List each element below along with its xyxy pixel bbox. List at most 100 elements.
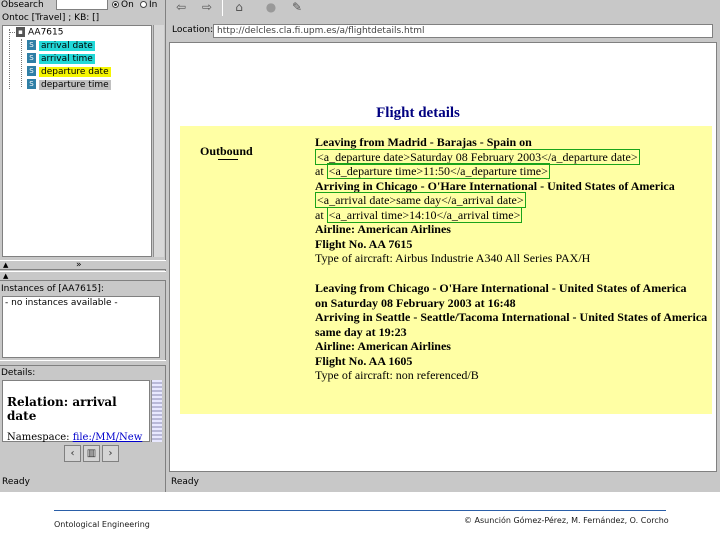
flight-line-bold: Arriving in Seattle - Seattle/Tacoma Int… [315,310,708,324]
annotate-button[interactable]: ✎ [287,0,307,16]
split-divider[interactable]: ▲ [0,271,166,281]
annotation-tag: <a_departure time>11:50</a_departure tim… [326,163,550,179]
tree-item-label: arrival time [39,53,95,64]
radio-in-icon [140,1,147,8]
instances-list[interactable]: - no instances available - [2,296,160,358]
left-status: Ready [2,477,30,487]
home-icon: ⌂ [235,0,243,14]
home-button[interactable]: ⌂ [229,0,249,16]
split-divider[interactable] [0,360,166,366]
tree-item-arrival-time[interactable]: Sarrival time [27,53,95,65]
tree-connector [21,39,22,87]
flight-line: Airline: American Airlines [315,339,451,353]
nav-button[interactable]: ‹ [64,445,81,462]
radio-in[interactable]: In [140,0,157,10]
tree-item-departure-time[interactable]: Sdeparture time [27,79,111,91]
tree-scrollbar[interactable] [153,25,164,257]
nav-button[interactable]: › [102,445,119,462]
url-input[interactable]: http://delcles.cla.fi.upm.es/a/flightdet… [213,24,713,38]
details-toolbar: ‹ ▥ › [60,445,120,465]
flight-line: Airline: American Airlines [315,222,451,236]
arrow-left-icon: ⇦ [175,0,187,14]
flight-line: same day at 19:23 [315,325,407,339]
tree-root-label: AA7615 [28,27,64,38]
arrow-right-icon: ⇨ [201,0,213,14]
flight-details-table: Outbound Leaving from Madrid - Barajas -… [180,126,712,414]
flight-line-bold: Airline: American Airlines [315,339,451,353]
search-bar: Obsearch On In [0,0,166,12]
flight-line: Arriving in Seattle - Seattle/Tacoma Int… [315,310,707,324]
tree-item-label: departure time [39,79,111,90]
details-title: Relation: arrival date [7,395,117,423]
tree-item-arrival-date[interactable]: Sarrival date [27,40,95,52]
location-bar: Location: http://delcles.cla.fi.upm.es/a… [167,22,720,40]
slot-icon: S [27,40,36,50]
delete-button[interactable]: ▥ [83,445,100,462]
namespace-link[interactable]: file:/MM/New [73,432,143,443]
flight-line: <a_departure date>Saturday 08 February 2… [315,148,640,165]
class-icon: ▪ [16,27,25,37]
tree-root[interactable]: ▪ AA7615 [16,27,63,39]
radio-on[interactable]: On [112,0,134,10]
flight-line-bold: Airline: American Airlines [315,222,451,236]
search-label: Obsearch [1,0,44,10]
flight-line: at <a_departure time>11:50</a_departure … [315,163,550,179]
stop-button[interactable]: ● [261,0,281,16]
flight-line-bold: on Saturday 08 February 2003 at 16:48 [315,295,516,310]
details-namespace: Namespace: file:/MM/New [7,432,143,443]
flight-line: Type of aircraft: non referenced/B [315,368,479,382]
instances-empty-text: - no instances available - [5,298,118,308]
details-label: Details: [1,368,36,378]
search-input[interactable] [56,0,108,10]
split-divider[interactable]: ▲ » [0,260,166,270]
flight-line-bold: Leaving from Chicago - O'Hare Internatio… [315,281,687,295]
slot-icon: S [27,53,36,63]
trash-icon: ▥ [86,448,97,459]
ontology-label: Ontoc [Travel] ; KB: [] [2,13,100,23]
annotation-tag: <a_arrival date>same day</a_arrival date… [315,192,526,208]
browser-panel: ⇦ ⇨ ⌂ ● ✎ Location: http://delcles.cla.f… [167,0,720,492]
expand-icon: » [76,260,82,270]
tree-connector [9,29,10,89]
flight-line: on Saturday 08 February 2003 at 16:48 [315,296,516,310]
location-label: Location: [172,25,214,35]
instances-label: Instances of [AA7615]: [1,284,104,294]
chevron-right-icon: › [108,448,113,459]
annotate-icon: ✎ [291,0,303,14]
ontology-tree[interactable]: ▪ AA7615 Sarrival date Sarrival time Sdep… [2,25,152,257]
details-scrollbar[interactable] [151,380,162,442]
flight-line-bold: Arriving in Chicago - O'Hare Internation… [315,178,675,193]
collapse-icon: ▲ [3,272,9,280]
browser-status: Ready [171,477,199,487]
application-window: Obsearch On In Ontoc [Travel] ; KB: [] ▪… [0,0,720,492]
footer-right: © Asunción Gómez-Pérez, M. Fernández, O.… [464,516,669,525]
flight-line: at <a_arrival time>14:10</a_arrival time… [315,206,523,223]
flight-line: Flight No. AA 1605 [315,354,412,368]
toolbar-separator [222,0,223,16]
flight-line: <a_arrival date>same day</a_arrival date… [315,192,526,208]
stop-icon: ● [265,0,277,14]
browser-toolbar: ⇦ ⇨ ⌂ ● ✎ [167,0,720,18]
flight-line: Flight No. AA 7615 [315,237,412,251]
slot-icon: S [27,66,36,76]
flight-line: Leaving from Madrid - Barajas - Spain on [315,135,532,149]
flight-line-prefix: at [315,164,327,178]
forward-button[interactable]: ⇨ [197,0,217,16]
tree-item-label: departure date [39,66,111,77]
outbound-underline [218,159,238,160]
chevron-left-icon: ‹ [70,448,75,459]
flight-line-bold: Flight No. AA 7615 [315,236,413,251]
tree-item-departure-date[interactable]: Sdeparture date [27,66,111,78]
flight-line-bold: same day at 19:23 [315,324,407,339]
flight-line-text: Type of aircraft: non referenced/B [315,368,479,382]
flight-line: Arriving in Chicago - O'Hare Internation… [315,179,675,193]
flight-line: Leaving from Chicago - O'Hare Internatio… [315,281,687,295]
flight-line: Type of aircraft: Airbus Industrie A340 … [315,251,590,265]
flight-line-text: Type of aircraft: Airbus Industrie A340 … [315,251,591,265]
flight-line-bold: Leaving from Madrid - Barajas - Spain on [315,135,532,149]
footer-rule [54,510,666,511]
tree-item-label: arrival date [39,40,95,51]
footer-left: Ontological Engineering [54,520,150,529]
outbound-heading: Outbound [200,144,253,158]
back-button[interactable]: ⇦ [171,0,191,16]
